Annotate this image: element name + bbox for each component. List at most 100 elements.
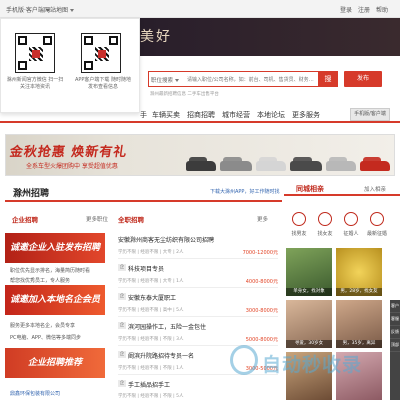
- search-button[interactable]: 搜: [318, 71, 338, 87]
- header-slogan: 美好: [140, 29, 172, 45]
- watermark-text: 自动秒收录: [262, 354, 363, 376]
- profile-photo[interactable]: 单身女，找对象: [286, 248, 332, 296]
- latest-profiles-icon[interactable]: [370, 212, 384, 226]
- icon-label: 最新征婚: [366, 231, 387, 237]
- promo-line: PC电脑、APP、微信等多端同步: [10, 335, 81, 341]
- help-link[interactable]: 帮助: [376, 5, 388, 14]
- job-meta: 学历不限 | 经验不限 | 大专 | 2人: [118, 250, 184, 255]
- chevron-down-icon: [175, 79, 180, 82]
- nav-item-forum[interactable]: 本地论坛: [257, 110, 285, 120]
- enterprise-badge: 企: [118, 380, 126, 387]
- nav-item[interactable]: 手: [140, 110, 147, 120]
- site-map-label: 网站地图: [44, 7, 69, 14]
- profile-photo[interactable]: 寻爱，30岁女: [286, 300, 332, 348]
- search-box: 职位搜索: [148, 71, 338, 87]
- matchmaker-icon[interactable]: [344, 212, 358, 226]
- fulltime-recruit-heading: 全职招聘: [118, 216, 144, 224]
- car-image: [186, 157, 216, 171]
- promo-line: 职位优先显示排名，海量简历随时看: [10, 268, 91, 274]
- wechat-qr-code: [15, 33, 55, 73]
- find-girlfriend-icon[interactable]: [318, 212, 332, 226]
- profile-caption: 寻爱，30岁女: [286, 340, 332, 348]
- chevron-down-icon: [70, 9, 75, 12]
- hot-search-words[interactable]: 滁州最新招聘信息 二手车出售平台: [150, 91, 219, 97]
- promo-tile[interactable]: 诚邀企业入驻发布招聘: [5, 233, 105, 263]
- company-link[interactable]: 鼎鑫环保包装有限公司: [10, 390, 105, 397]
- dating-panel-title: 同城相亲: [296, 185, 324, 193]
- car-image: [326, 157, 356, 171]
- more-jobs-link[interactable]: 更多职位: [86, 215, 108, 223]
- promo-line: 帮您找优秀员工，专人服务: [10, 278, 71, 284]
- nav-item-more[interactable]: 更多服务: [292, 110, 320, 120]
- watermark-logo-icon: [230, 345, 258, 375]
- profile-photo[interactable]: 男，28岁，找女友: [336, 248, 382, 296]
- job-meta: 学历不限 | 经验不限 | 高中 | 5人: [118, 308, 184, 313]
- job-title[interactable]: 安徽东泰大厦职工: [128, 293, 176, 302]
- enterprise-badge: 企: [118, 351, 126, 358]
- job-meta: 学历不限 | 经验不限 | 不限 | 5人: [118, 394, 184, 399]
- enterprise-badge: 企: [118, 293, 126, 300]
- row-divider: [118, 258, 278, 259]
- search-category-select[interactable]: 职位搜索: [151, 76, 180, 84]
- job-salary: 4000-8000元: [245, 279, 278, 285]
- promo-line: 服务更多本地名企，会员专享: [10, 323, 76, 329]
- icon-label: 找女友: [317, 231, 333, 237]
- profile-caption: 男，35岁，离异: [336, 340, 382, 348]
- job-salary: 7000-12000元: [242, 250, 278, 256]
- nav-item-vehicles[interactable]: 车辆买卖: [152, 110, 180, 120]
- sidebar-client-button[interactable]: 客户: [390, 300, 400, 313]
- wechat-qr-caption: 滁州新闻官方微信 扫一扫关注本地资讯: [6, 77, 64, 90]
- icon-label: 找男友: [291, 231, 307, 237]
- promo-tile-text: 企业招聘推荐: [27, 358, 82, 368]
- site-map-link[interactable]: 网站地图: [44, 5, 75, 14]
- job-title[interactable]: 阚滨升院路招待专员一名: [128, 351, 194, 360]
- ad-headline: 金秋抢惠 焕新有礼: [8, 145, 129, 160]
- app-download-link[interactable]: 下载大滁州APP，好工作随时找: [210, 188, 279, 195]
- find-boyfriend-icon[interactable]: [292, 212, 306, 226]
- back-to-top-button[interactable]: 顶部: [390, 339, 400, 352]
- recruit-section-header: 滁州招聘 下载大滁州APP，好工作随时找: [5, 182, 282, 202]
- row-divider: [118, 374, 278, 375]
- app-qr-code: [81, 33, 121, 73]
- job-meta: 学历不限 | 经验不限 | 大专 | 1人: [118, 279, 184, 284]
- section-title: 滁州招聘: [13, 189, 50, 199]
- mobile-app-button[interactable]: 手机版/客户端: [350, 108, 390, 121]
- search-input[interactable]: [187, 75, 337, 85]
- mobile-client-label: 手机版·客户端: [6, 7, 44, 14]
- car-image: [290, 157, 322, 171]
- job-salary: 5000-8000元: [245, 337, 278, 343]
- enterprise-badge: 企: [118, 264, 126, 271]
- login-link[interactable]: 登录: [340, 5, 352, 14]
- qr-dropdown-panel: 滁州新闻官方微信 扫一扫关注本地资讯 APP客户端下载 随时随地发布查看信息: [0, 18, 140, 113]
- ad-subline: 全系车型火爆团购中 享受超值优惠: [26, 163, 118, 170]
- profile-caption: 单身女，找对象: [286, 288, 332, 296]
- nav-item-recruit[interactable]: 招商招聘: [187, 110, 215, 120]
- nav-item-city[interactable]: 城市经营: [222, 110, 250, 120]
- dating-panel-header: 同城相亲 加入相亲: [284, 182, 400, 196]
- post-button[interactable]: 发布: [344, 71, 382, 87]
- icon-label: 征婚人: [343, 231, 359, 237]
- sidebar-service-button[interactable]: 客服: [390, 313, 400, 326]
- sidebar-feedback-button[interactable]: 反馈: [390, 326, 400, 339]
- job-meta: 学历不限 | 经验不限 | 不限 | 3人: [118, 337, 184, 342]
- car-image: [220, 157, 252, 171]
- row-divider: [118, 345, 278, 346]
- job-title[interactable]: 滨河园操作工，五险一金包住: [128, 322, 206, 331]
- enterprise-badge: 企: [118, 322, 126, 329]
- promo-tile-text: 诚邀企业入驻发布招聘: [9, 243, 100, 253]
- job-title[interactable]: 手工插品招手工: [128, 380, 170, 389]
- profile-photo[interactable]: 男，35岁，离异: [336, 300, 382, 348]
- profile-caption: 男，28岁，找女友: [336, 288, 382, 296]
- promo-tile[interactable]: 企业招聘推荐: [5, 348, 105, 378]
- search-category-label: 职位搜索: [151, 78, 174, 84]
- promo-tile[interactable]: 诚邀加入本地名企会员: [5, 285, 105, 315]
- more-fulltime-link[interactable]: 更多: [257, 215, 268, 223]
- enterprise-recruit-heading: 企业招聘: [12, 216, 38, 224]
- floating-sidebar: 客户 客服 反馈 顶部: [390, 300, 400, 400]
- register-link[interactable]: 注册: [358, 5, 370, 14]
- job-title[interactable]: 安徽滁州商客无尘纺织有限公司招聘: [118, 235, 214, 244]
- row-divider: [118, 316, 278, 317]
- join-dating-link[interactable]: 加入相亲: [364, 185, 386, 193]
- ad-banner[interactable]: 金秋抢惠 焕新有礼 全系车型火爆团购中 享受超值优惠: [5, 134, 395, 176]
- job-title[interactable]: 科技项目专员: [128, 264, 164, 273]
